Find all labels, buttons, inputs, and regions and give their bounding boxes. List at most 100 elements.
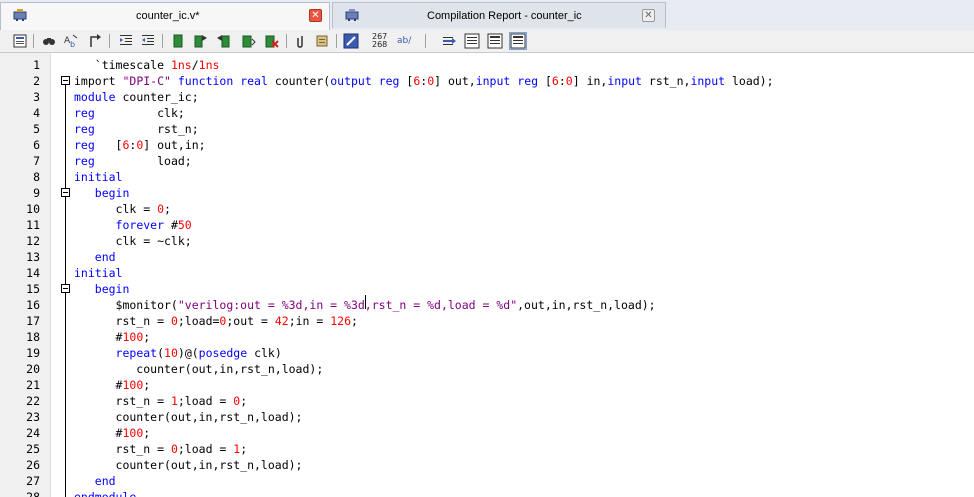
code-line[interactable]: 20 counter(out,in,rst_n,load); [0, 361, 974, 377]
code-token: clk = [74, 202, 158, 216]
clear-bookmarks-icon[interactable] [263, 33, 279, 49]
code-text: reg [6:0] out,in; [74, 137, 206, 153]
close-tab-icon[interactable]: ✕ [642, 9, 655, 22]
code-line[interactable]: 11 forever #50 [0, 217, 974, 233]
code-token: counter(out,in,rst_n,load); [74, 458, 303, 472]
code-line[interactable]: 26 counter(out,in,rst_n,load); [0, 457, 974, 473]
code-line[interactable]: 21 #100; [0, 377, 974, 393]
split-view-icon[interactable] [509, 32, 527, 50]
attach-icon[interactable] [293, 33, 309, 49]
document-view-icon[interactable] [487, 33, 503, 49]
toolbar-separator [162, 34, 163, 48]
code-line[interactable]: 28 endmodule [0, 489, 974, 497]
code-token: rst_n = [74, 314, 171, 328]
code-token: / [191, 58, 199, 72]
code-line[interactable]: 13 end [0, 249, 974, 265]
text-cursor [365, 295, 366, 309]
properties-icon[interactable] [12, 33, 28, 49]
code-token: module [74, 90, 116, 104]
tab-compilation-report[interactable]: Compilation Report - counter_ic ✕ [332, 2, 666, 28]
last-bookmark-icon[interactable] [240, 33, 256, 49]
code-token: 0 [157, 202, 165, 216]
code-text: clk = 0; [74, 201, 171, 217]
code-line[interactable]: 14 initial [0, 265, 974, 281]
fold-toggle-icon[interactable] [61, 188, 70, 197]
code-token: input [607, 74, 642, 88]
code-token: # [74, 378, 123, 392]
code-line[interactable]: 2 import "DPI-C" function real counter(ou… [0, 73, 974, 89]
code-token: # [164, 218, 178, 232]
code-line[interactable]: 25 rst_n = 0;load = 1; [0, 441, 974, 457]
line-numbers-icon[interactable]: 267 268 [372, 33, 387, 49]
code-line[interactable]: 3 module counter_ic; [0, 89, 974, 105]
close-tab-icon[interactable]: ✕ [309, 9, 322, 22]
line-number: 13 [26, 250, 40, 264]
line-number: 12 [26, 234, 40, 248]
code-line[interactable]: 19 repeat(10)@(posedge clk) [0, 345, 974, 361]
code-line[interactable]: 4 reg clk; [0, 105, 974, 121]
code-line[interactable]: 12 clk = ~clk; [0, 233, 974, 249]
code-token: ; [240, 442, 248, 456]
find-replace-icon[interactable]: Ab [63, 33, 79, 49]
find-icon[interactable] [41, 33, 57, 49]
code-line[interactable]: 17 rst_n = 0;load=0;out = 42;in = 126; [0, 313, 974, 329]
code-line[interactable]: 22 rst_n = 1;load = 0; [0, 393, 974, 409]
code-line[interactable]: 18 #100; [0, 329, 974, 345]
code-token: clk = ~clk; [74, 234, 192, 248]
code-token: clk; [94, 106, 185, 120]
next-bookmark-icon[interactable] [192, 33, 208, 49]
code-line[interactable]: 7 reg load; [0, 153, 974, 169]
line-number: 16 [26, 298, 40, 312]
document-outline-icon[interactable] [464, 33, 480, 49]
unindent-icon[interactable] [140, 33, 156, 49]
code-token: clk) [247, 346, 282, 360]
code-token: 42 [274, 314, 289, 328]
code-token: [ [399, 74, 414, 88]
edit-document-icon[interactable] [343, 33, 359, 49]
code-token: end [94, 250, 116, 264]
code-token: ] in, [572, 74, 608, 88]
code-token: ] out,in; [143, 138, 206, 152]
indent-icon[interactable] [118, 33, 134, 49]
code-line[interactable]: 10 clk = 0; [0, 201, 974, 217]
arrow-right-icon[interactable] [441, 33, 457, 49]
bookmark-icon[interactable] [170, 33, 186, 49]
code-line[interactable]: 6 reg [6:0] out,in; [0, 137, 974, 153]
fold-toggle-icon[interactable] [61, 76, 70, 85]
line-number: 2 [33, 74, 40, 88]
code-line[interactable]: 1 `timescale 1ns/1ns [0, 57, 974, 73]
replace-text-icon[interactable]: ab/ [397, 37, 411, 46]
code-line[interactable]: 5 reg rst_n; [0, 121, 974, 137]
fold-toggle-icon[interactable] [61, 284, 70, 293]
line-number: 28 [26, 490, 40, 497]
code-token: counter(out,in,rst_n,load); [74, 410, 303, 424]
code-line[interactable]: 16 $monitor("verilog:out = %3d,in = %3d,… [0, 297, 974, 313]
code-line[interactable]: 27 end [0, 473, 974, 489]
go-to-line-icon[interactable] [88, 33, 104, 49]
code-token: 0 [170, 314, 178, 328]
code-editor[interactable]: 1 `timescale 1ns/1ns 2 import "DPI-C" func… [0, 53, 974, 497]
code-token: begin [94, 186, 130, 200]
code-line[interactable]: 15 begin [0, 281, 974, 297]
tab-label: Compilation Report - counter_ic [427, 10, 582, 22]
code-token: input [475, 74, 511, 88]
code-token: # [74, 330, 123, 344]
code-line[interactable]: 24 #100; [0, 425, 974, 441]
code-token: )@( [177, 346, 199, 360]
code-line[interactable]: 9 begin [0, 185, 974, 201]
code-token: ,out,in,rst_n,load); [517, 298, 656, 312]
code-text: counter(out,in,rst_n,load); [74, 457, 303, 473]
code-text: forever #50 [74, 217, 192, 233]
previous-bookmark-icon[interactable] [216, 33, 232, 49]
code-token: 100 [122, 330, 144, 344]
code-token: load); [725, 74, 774, 88]
code-line[interactable]: 23 counter(out,in,rst_n,load); [0, 409, 974, 425]
code-line[interactable]: 8 initial [0, 169, 974, 185]
tab-counter-ic-v[interactable]: counter_ic.v* ✕ [0, 2, 330, 30]
code-token: 0 [565, 74, 573, 88]
scroll-icon[interactable] [314, 33, 330, 49]
code-text: end [74, 473, 116, 489]
